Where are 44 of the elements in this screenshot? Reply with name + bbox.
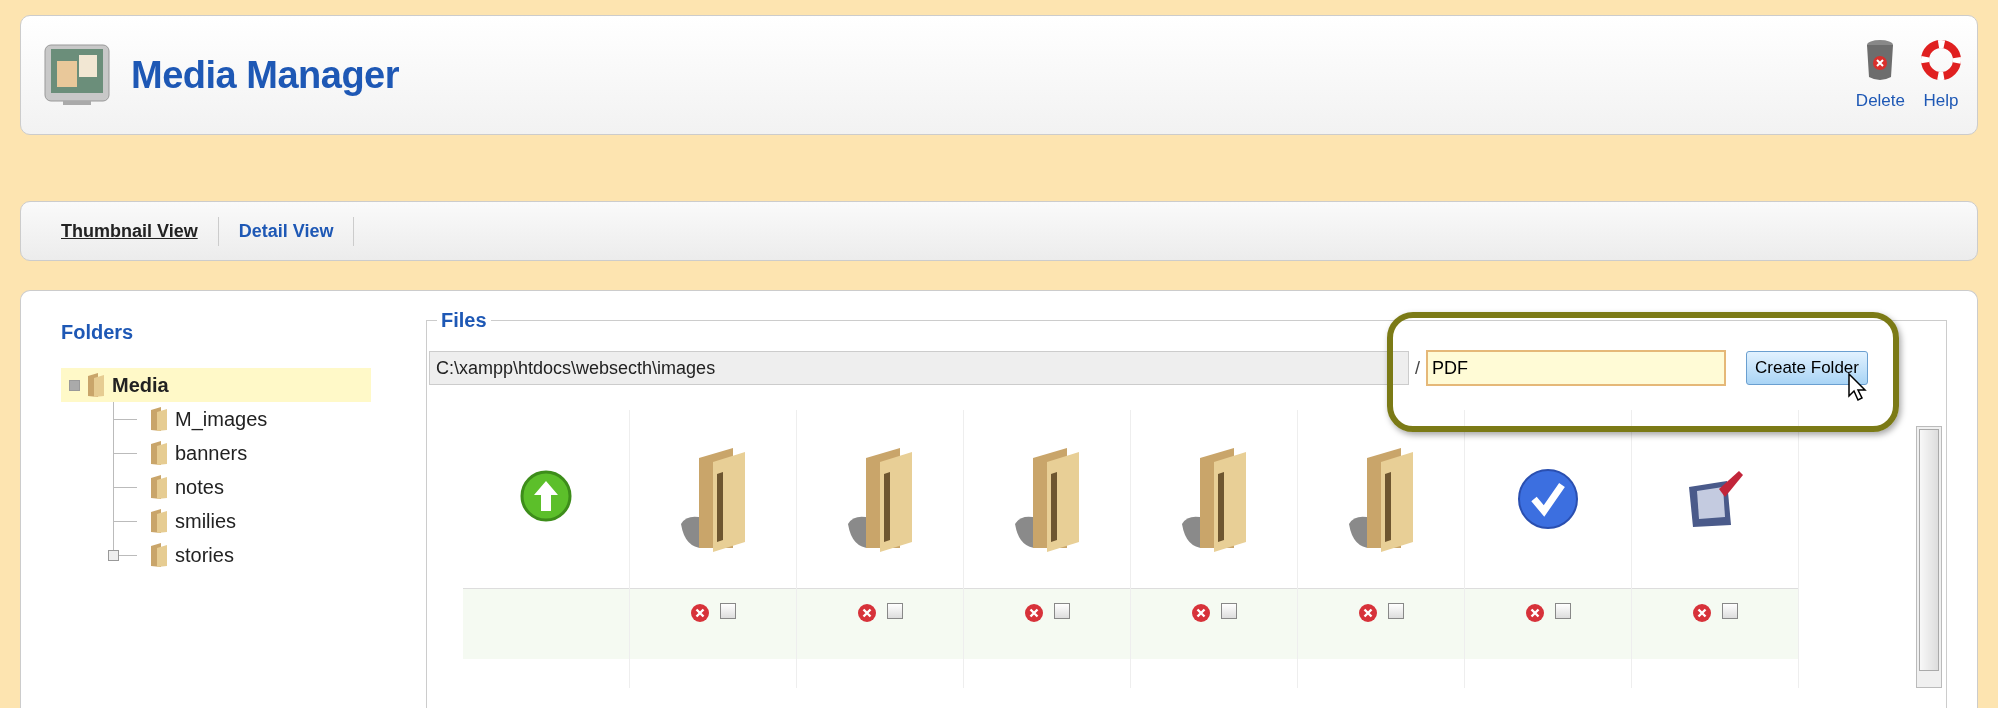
view-tab[interactable]: Detail View xyxy=(218,216,355,246)
checkmark-icon xyxy=(1516,467,1580,531)
tree-item[interactable]: smilies xyxy=(107,504,371,538)
page-title: Media Manager xyxy=(131,53,401,97)
folders-heading: Folders xyxy=(61,321,135,344)
delete-icon[interactable] xyxy=(690,603,710,623)
path-separator: / xyxy=(1415,357,1420,379)
delete-icon[interactable] xyxy=(1358,603,1378,623)
select-checkbox[interactable] xyxy=(1555,603,1571,619)
folder-icon xyxy=(149,542,169,568)
tree-item[interactable]: M_images xyxy=(107,402,371,436)
folder-icon xyxy=(149,474,169,500)
select-checkbox[interactable] xyxy=(1388,603,1404,619)
select-checkbox[interactable] xyxy=(1221,603,1237,619)
folder-name-field[interactable]: PDF xyxy=(1426,350,1726,386)
delete-button[interactable]: Delete xyxy=(1851,39,1909,111)
tree-item[interactable]: stories xyxy=(107,538,371,572)
select-checkbox[interactable] xyxy=(720,603,736,619)
mouse-pointer-icon xyxy=(1847,372,1869,402)
folder-icon xyxy=(149,440,169,466)
select-checkbox[interactable] xyxy=(1722,603,1738,619)
lifebuoy-icon xyxy=(1921,39,1961,81)
folder-icon xyxy=(149,406,169,432)
scrollbar[interactable] xyxy=(1916,426,1942,688)
tree-item[interactable]: banners xyxy=(107,436,371,470)
delete-icon[interactable] xyxy=(1191,603,1211,623)
delete-icon[interactable] xyxy=(1692,603,1712,623)
files-heading: Files xyxy=(440,309,488,332)
folder-icon xyxy=(149,508,169,534)
help-button[interactable]: Help xyxy=(1917,39,1965,111)
delete-icon[interactable] xyxy=(857,603,877,623)
view-tab[interactable]: Thumbnail View xyxy=(41,216,219,246)
expand-icon[interactable] xyxy=(108,549,119,561)
folder-icon xyxy=(86,372,106,398)
collapse-icon[interactable] xyxy=(69,379,80,391)
path-field[interactable]: C:\xampp\htdocs\websecth\images xyxy=(429,351,1409,385)
delete-icon[interactable] xyxy=(1024,603,1044,623)
select-checkbox[interactable] xyxy=(887,603,903,619)
media-logo-icon xyxy=(43,43,111,107)
tree-item[interactable]: notes xyxy=(107,470,371,504)
tree-item[interactable]: Media xyxy=(61,368,371,402)
delete-icon[interactable] xyxy=(1525,603,1545,623)
select-checkbox[interactable] xyxy=(1054,603,1070,619)
create-folder-button[interactable]: Create Folder xyxy=(1746,351,1868,385)
